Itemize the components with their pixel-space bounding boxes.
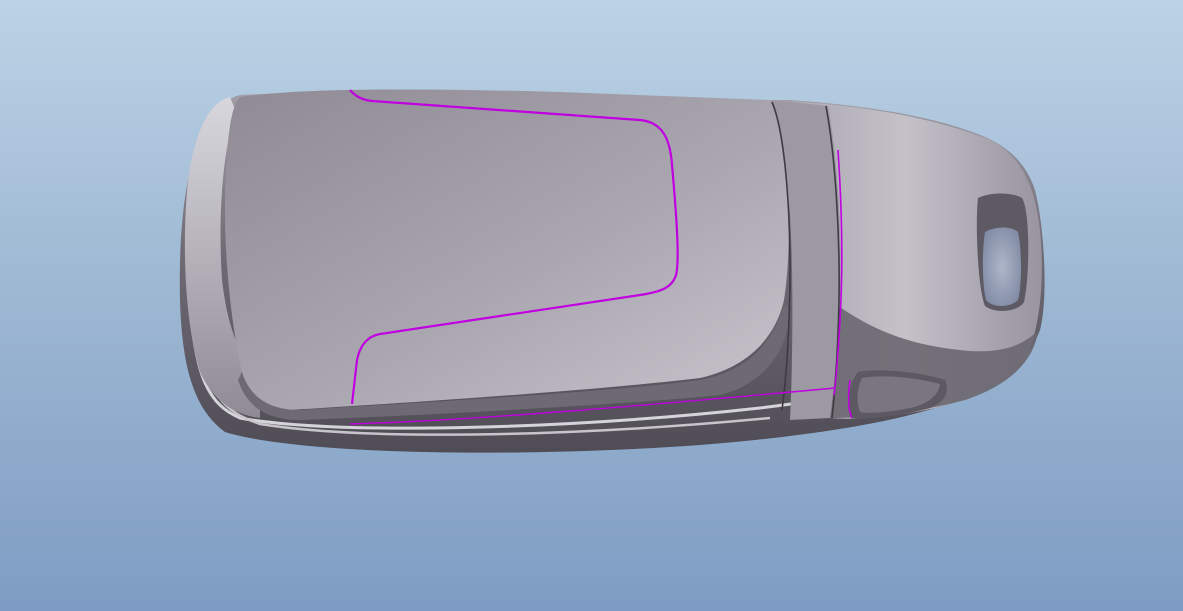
cad-viewport[interactable]: [0, 0, 1183, 611]
keyring-slot-hole: [982, 227, 1021, 306]
key-fob-model[interactable]: [0, 0, 1183, 611]
top-face: [224, 89, 790, 410]
